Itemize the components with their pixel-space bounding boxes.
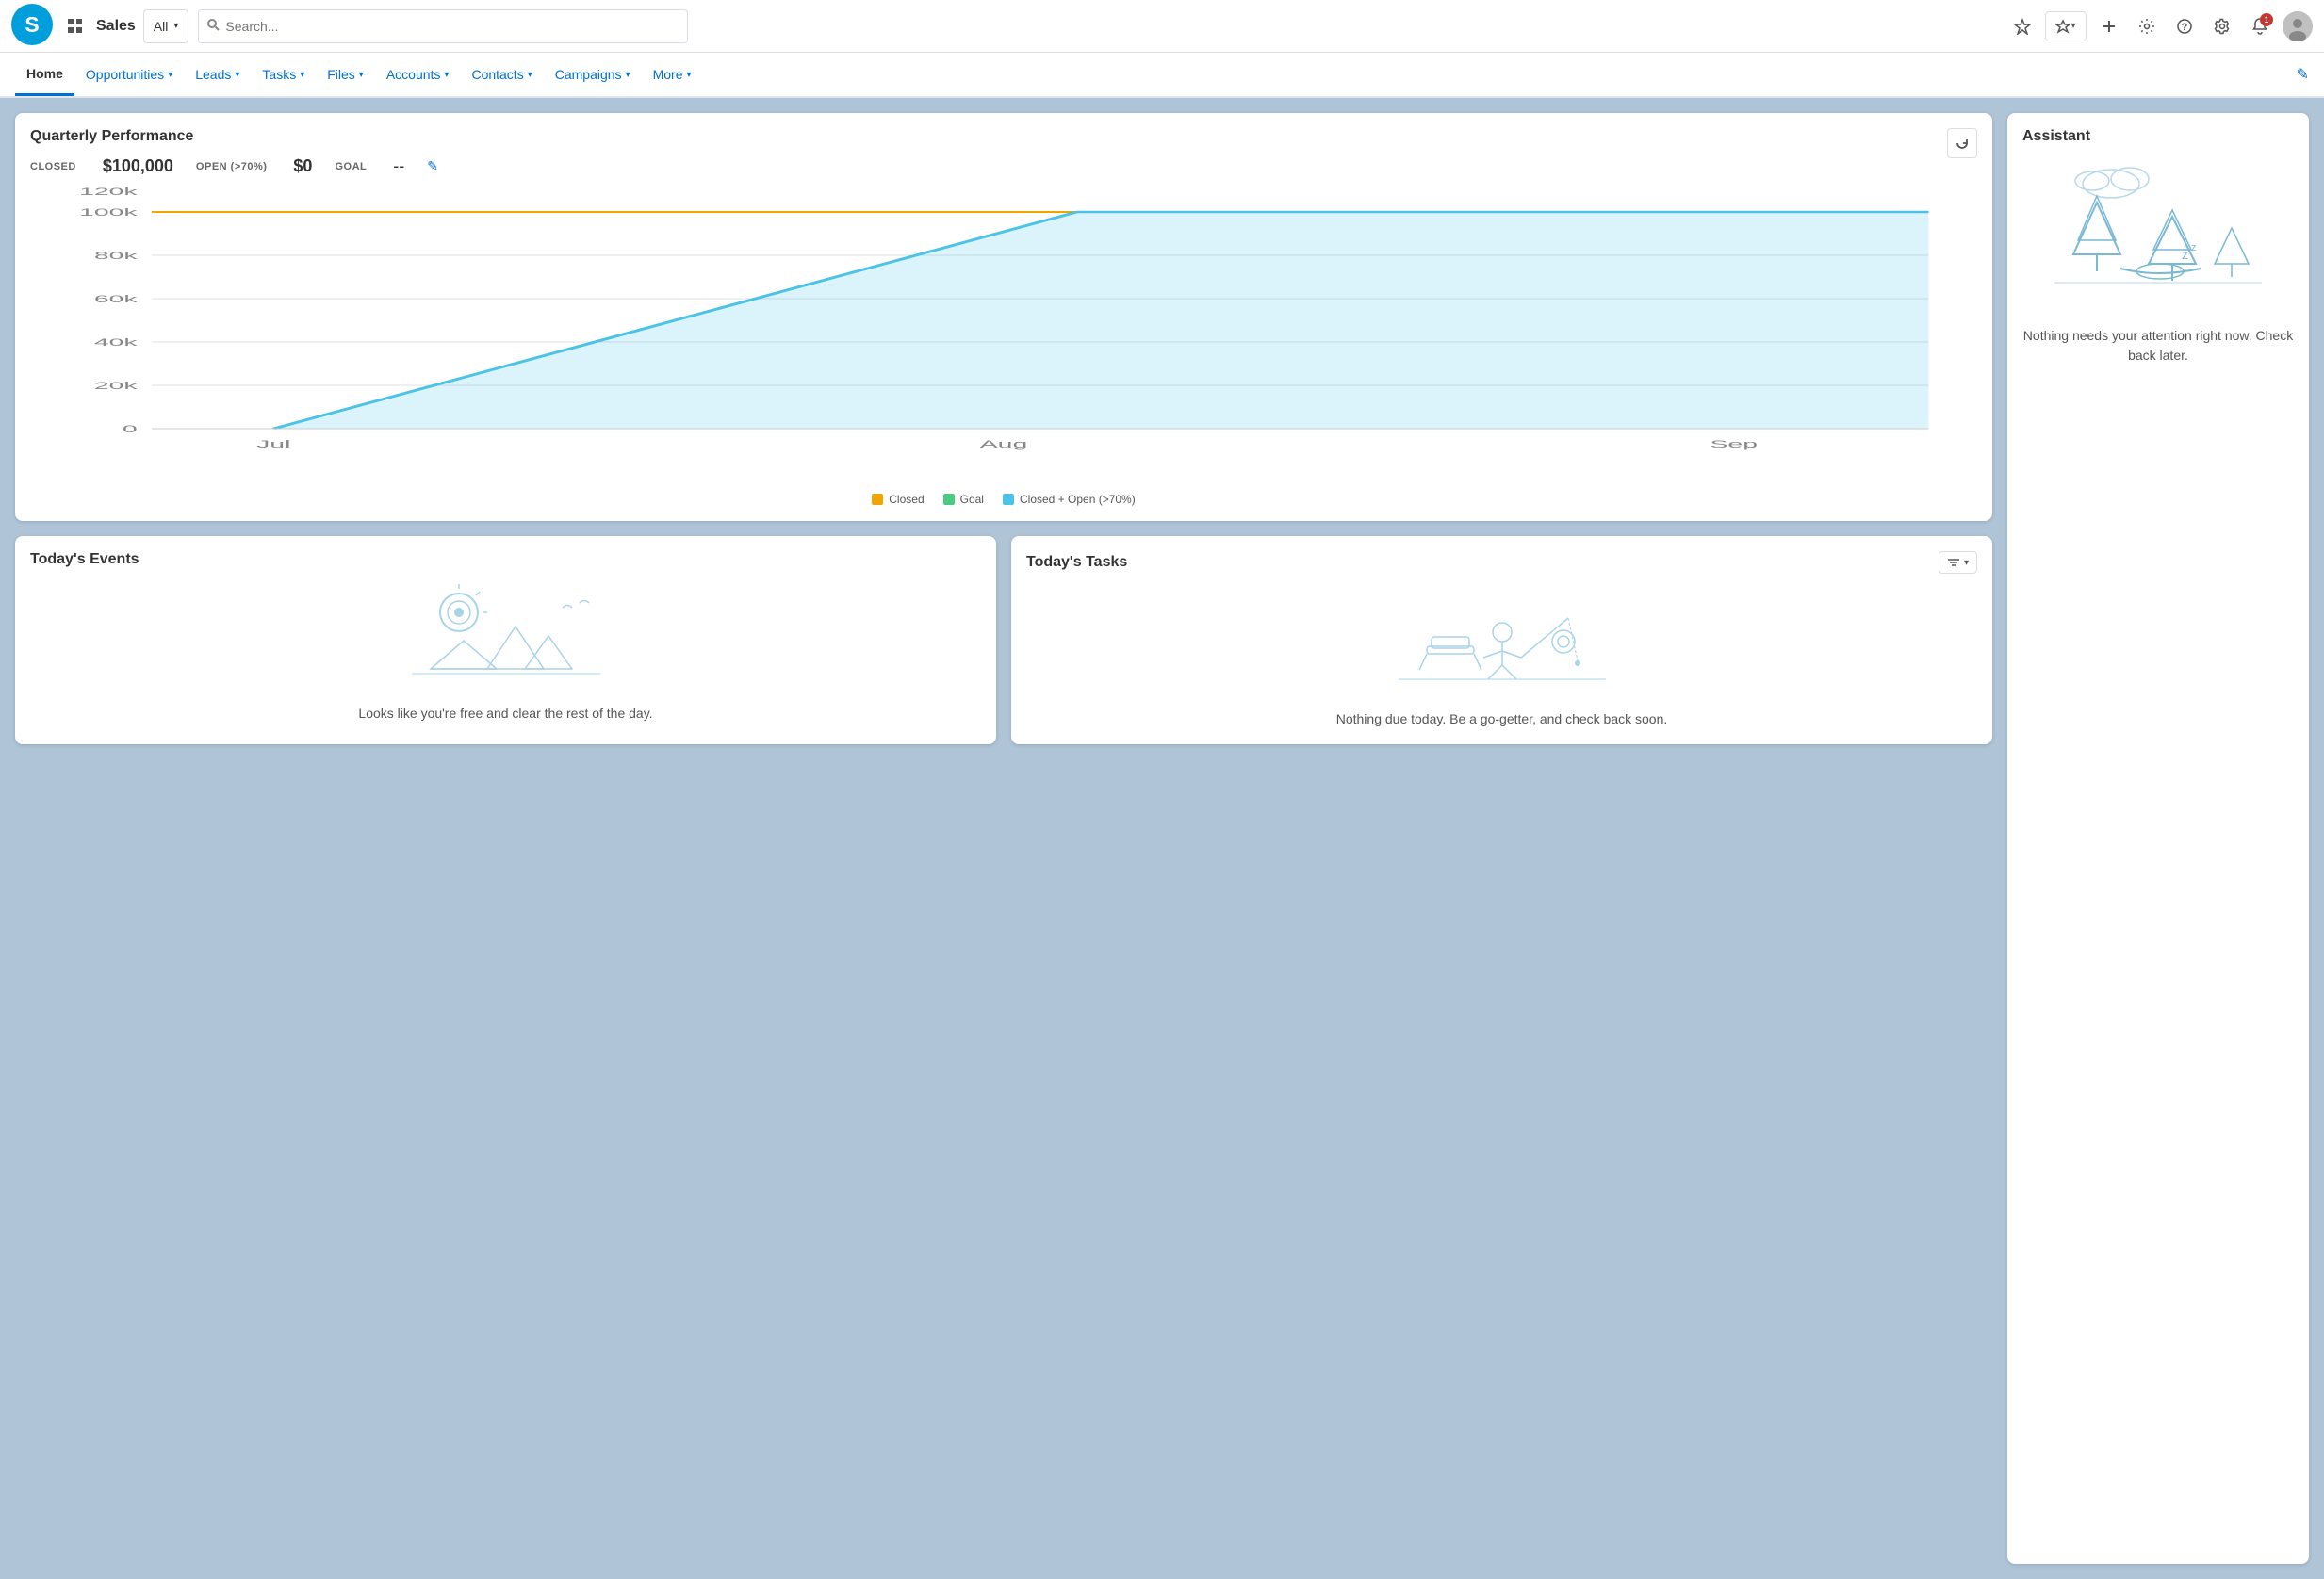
grid-icon[interactable] [60, 11, 90, 41]
nav-icons: ▾ ? [2007, 11, 2313, 41]
closed-value: $100,000 [103, 156, 173, 176]
salesforce-logo[interactable]: S [11, 4, 60, 48]
assistant-card: Assistant [2007, 113, 2309, 1564]
todays-events-message: Looks like you're free and clear the res… [30, 704, 981, 724]
chevron-opportunities: ▾ [168, 70, 172, 80]
setup-icon[interactable] [2132, 11, 2162, 41]
nav-item-home[interactable]: Home [15, 53, 74, 96]
legend-closed-open: Closed + Open (>70%) [1003, 493, 1136, 506]
chevron-files: ▾ [359, 70, 364, 80]
settings-icon[interactable] [2207, 11, 2237, 41]
chart-legend: Closed Goal Closed + Open (>70%) [30, 493, 1977, 506]
svg-text:z: z [2182, 247, 2188, 262]
nav-item-leads[interactable]: Leads ▾ [184, 53, 251, 96]
legend-closed: Closed [872, 493, 924, 506]
svg-text:80k: 80k [94, 250, 138, 261]
todays-tasks-title: Today's Tasks [1026, 554, 1127, 571]
nav-item-tasks[interactable]: Tasks ▾ [251, 53, 316, 96]
legend-dot-goal [943, 494, 955, 505]
goal-value: -- [393, 156, 404, 176]
svg-text:Jul: Jul [256, 438, 290, 449]
svg-text:z: z [2191, 242, 2197, 253]
favorite-toggle-btn[interactable]: ▾ [2045, 11, 2087, 41]
qp-stats: CLOSED $100,000 OPEN (>70%) $0 GOAL -- ✎ [30, 156, 1977, 176]
svg-text:Sep: Sep [1710, 438, 1758, 449]
search-icon [206, 18, 220, 34]
svg-text:S: S [25, 12, 39, 37]
todays-events-title: Today's Events [30, 551, 981, 568]
user-avatar[interactable] [2283, 11, 2313, 41]
assistant-message: Nothing needs your attention right now. … [2022, 326, 2294, 366]
chevron-campaigns: ▾ [626, 70, 630, 80]
chart-area: 0 20k 40k 60k 80k 100k 120k Jul Aug Sep [30, 184, 1977, 485]
chevron-contacts: ▾ [528, 70, 532, 80]
nav-item-files[interactable]: Files ▾ [316, 53, 375, 96]
search-all-dropdown[interactable]: All ▾ [143, 9, 189, 43]
svg-text:0: 0 [123, 423, 138, 434]
goal-label: GOAL [335, 161, 367, 172]
todays-tasks-message: Nothing due today. Be a go-getter, and c… [1026, 709, 1977, 729]
svg-text:120k: 120k [79, 186, 138, 197]
top-nav: S Sales All ▾ ▾ [0, 0, 2324, 53]
chevron-tasks: ▾ [300, 70, 304, 80]
new-button[interactable] [2094, 11, 2124, 41]
nav-edit-icon[interactable]: ✎ [2297, 65, 2309, 84]
svg-text:60k: 60k [94, 293, 138, 304]
svg-text:20k: 20k [94, 380, 138, 391]
nav-item-more[interactable]: More ▾ [642, 53, 703, 96]
assistant-title: Assistant [2022, 128, 2294, 145]
chevron-leads: ▾ [235, 70, 239, 80]
svg-text:100k: 100k [79, 206, 138, 218]
performance-chart: 0 20k 40k 60k 80k 100k 120k Jul Aug Sep [30, 184, 1977, 485]
todays-events-card: Today's Events [15, 536, 996, 744]
legend-closed-open-label: Closed + Open (>70%) [1020, 493, 1136, 506]
svg-text:40k: 40k [94, 336, 138, 348]
notification-bell-icon[interactable]: 1 [2245, 11, 2275, 41]
open-value: $0 [293, 156, 312, 176]
main-content: Quarterly Performance CLOSED $100,000 OP… [0, 98, 2324, 1579]
refresh-button[interactable] [1947, 128, 1977, 158]
chevron-more: ▾ [687, 70, 692, 80]
tasks-card-header: Today's Tasks ▾ [1026, 551, 1977, 574]
nav-item-campaigns[interactable]: Campaigns ▾ [544, 53, 642, 96]
chevron-down-icon: ▾ [173, 21, 178, 31]
chevron-accounts: ▾ [444, 70, 449, 80]
legend-dot-closed-open [1003, 494, 1014, 505]
right-column: Assistant [2007, 113, 2309, 1564]
all-label: All [154, 19, 169, 34]
search-input[interactable] [225, 19, 679, 34]
quarterly-performance-title: Quarterly Performance [30, 128, 1977, 145]
nav-item-contacts[interactable]: Contacts ▾ [460, 53, 543, 96]
svg-text:?: ? [2182, 22, 2188, 33]
legend-dot-closed [872, 494, 883, 505]
edit-goal-icon[interactable]: ✎ [427, 158, 438, 174]
svg-text:Aug: Aug [980, 438, 1028, 449]
help-icon[interactable]: ? [2169, 11, 2200, 41]
legend-closed-label: Closed [889, 493, 924, 506]
app-name: Sales [96, 18, 136, 35]
legend-goal: Goal [943, 493, 984, 506]
nav-item-accounts[interactable]: Accounts ▾ [375, 53, 461, 96]
secondary-nav: Home Opportunities ▾ Leads ▾ Tasks ▾ Fil… [0, 53, 2324, 98]
quarterly-performance-card: Quarterly Performance CLOSED $100,000 OP… [15, 113, 1992, 521]
assistant-illustration: z z [2022, 160, 2294, 311]
bottom-row: Today's Events [15, 536, 1992, 744]
tasks-illustration [1026, 585, 1977, 698]
todays-tasks-card: Today's Tasks ▾ [1011, 536, 1992, 744]
events-illustration [30, 579, 981, 692]
open-label: OPEN (>70%) [196, 161, 268, 172]
task-filter-button[interactable]: ▾ [1939, 551, 1977, 574]
search-bar [198, 9, 688, 43]
closed-label: CLOSED [30, 161, 76, 172]
chevron-down-tasks: ▾ [1964, 558, 1969, 568]
nav-item-opportunities[interactable]: Opportunities ▾ [74, 53, 184, 96]
notification-count: 1 [2260, 13, 2273, 26]
favorites-icon[interactable] [2007, 11, 2038, 41]
left-column: Quarterly Performance CLOSED $100,000 OP… [15, 113, 1992, 1564]
legend-goal-label: Goal [960, 493, 984, 506]
